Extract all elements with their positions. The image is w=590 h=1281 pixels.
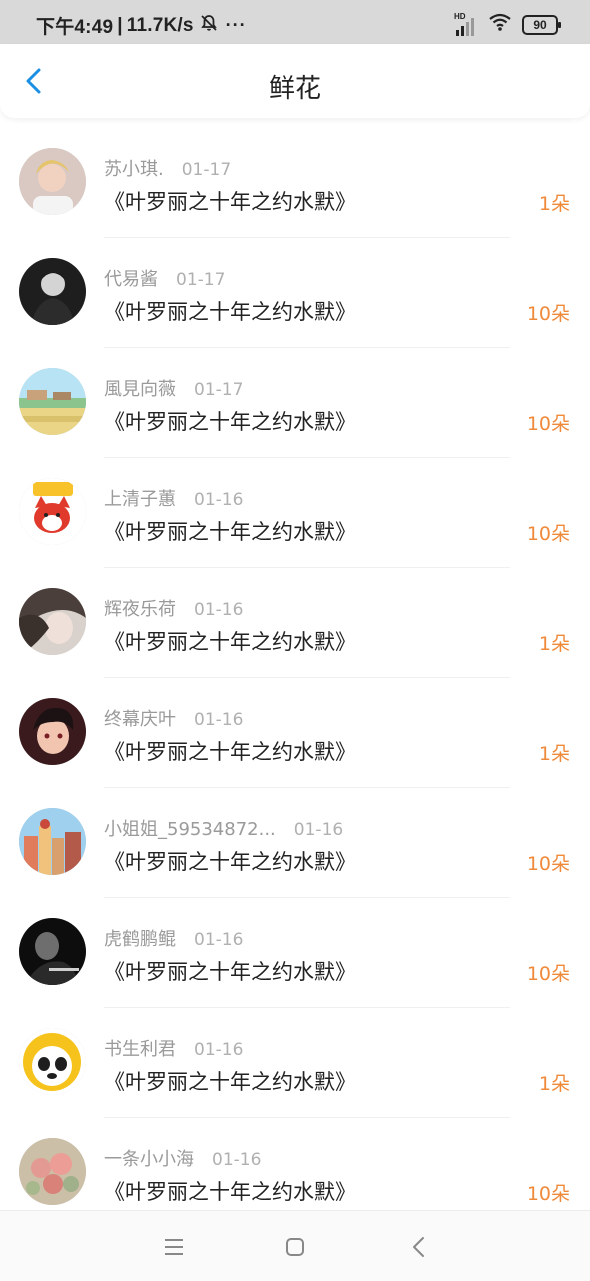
sender-name: 终幕庆叶 — [104, 709, 176, 730]
gift-date: 01-16 — [194, 930, 244, 950]
sender-info: 代易酱 01-17 — [104, 265, 225, 291]
gift-date: 01-16 — [194, 490, 244, 510]
flower-count: 10朵 — [526, 1183, 570, 1205]
list-item[interactable]: 辉夜乐荷 01-16 《叶罗丽之十年之约水默》 1朵 — [0, 568, 590, 678]
avatar[interactable] — [19, 1028, 86, 1095]
gift-date: 01-16 — [212, 1150, 262, 1170]
home-button[interactable] — [281, 1233, 309, 1261]
status-bar: 下午4:49 | 11.7K/s ··· HD 90 — [0, 0, 590, 44]
avatar[interactable] — [19, 698, 86, 765]
book-title: 《叶罗丽之十年之约水默》 — [104, 850, 356, 874]
gift-date: 01-17 — [194, 380, 244, 400]
gift-date: 01-16 — [293, 820, 344, 840]
sender-name: 辉夜乐荷 — [104, 599, 176, 620]
flower-count: 10朵 — [526, 853, 570, 875]
avatar[interactable] — [19, 258, 86, 325]
list-item[interactable]: 上清子蕙 01-16 《叶罗丽之十年之约水默》 10朵 — [0, 458, 590, 568]
sender-name: 風見向薇 — [104, 379, 176, 400]
book-title: 《叶罗丽之十年之约水默》 — [104, 410, 356, 434]
status-time: 下午4:49 — [36, 17, 114, 38]
sender-info: 上清子蕙 01-16 — [104, 485, 243, 511]
list-item[interactable]: 代易酱 01-17 《叶罗丽之十年之约水默》 10朵 — [0, 238, 590, 348]
wifi-icon — [488, 12, 512, 37]
sender-info: 一条小小海 01-16 — [104, 1145, 261, 1171]
book-title: 《叶罗丽之十年之约水默》 — [104, 1180, 356, 1204]
list-item[interactable]: 虎鹤鹏鲲 01-16 《叶罗丽之十年之约水默》 10朵 — [0, 898, 590, 1008]
book-title: 《叶罗丽之十年之约水默》 — [104, 960, 356, 984]
list-item[interactable]: 苏小琪. 01-17 《叶罗丽之十年之约水默》 1朵 — [0, 128, 590, 238]
list-item[interactable]: 小姐姐_59534872... 01-16 《叶罗丽之十年之约水默》 10朵 — [0, 788, 590, 898]
page-title: 鲜花 — [268, 74, 321, 104]
book-title: 《叶罗丽之十年之约水默》 — [104, 190, 356, 214]
status-left: 下午4:49 | 11.7K/s ··· — [36, 12, 247, 39]
more-dots-icon: ··· — [225, 15, 247, 35]
gift-date: 01-16 — [194, 1040, 244, 1060]
sender-name: 书生利君 — [104, 1039, 176, 1060]
gift-date: 01-17 — [181, 160, 232, 180]
gift-date: 01-16 — [194, 600, 244, 620]
back-triangle-icon — [413, 1237, 424, 1257]
flower-count: 1朵 — [538, 1073, 570, 1095]
system-nav-bar — [0, 1210, 590, 1281]
book-title: 《叶罗丽之十年之约水默》 — [104, 520, 356, 544]
flower-gift-list: 苏小琪. 01-17 《叶罗丽之十年之约水默》 1朵 代易酱 01-17 《叶罗丽之十年之约… — [0, 128, 590, 1208]
gift-date: 01-17 — [176, 270, 226, 290]
status-separator: | — [117, 14, 123, 36]
sender-info: 小姐姐_59534872... 01-16 — [104, 815, 343, 841]
gift-date: 01-16 — [194, 710, 244, 730]
book-title: 《叶罗丽之十年之约水默》 — [104, 630, 356, 654]
sender-name: 虎鹤鹏鲲 — [104, 929, 176, 950]
book-title: 《叶罗丽之十年之约水默》 — [104, 300, 356, 324]
menu-button[interactable] — [160, 1233, 188, 1261]
sender-info: 书生利君 01-16 — [104, 1035, 243, 1061]
list-item[interactable]: 书生利君 01-16 《叶罗丽之十年之约水默》 1朵 — [0, 1008, 590, 1118]
home-square-icon — [286, 1238, 304, 1256]
network-speed: 11.7K/s — [126, 14, 194, 36]
list-item[interactable]: 终幕庆叶 01-16 《叶罗丽之十年之约水默》 1朵 — [0, 678, 590, 788]
sender-name: 苏小琪. — [104, 159, 164, 180]
sender-info: 辉夜乐荷 01-16 — [104, 595, 243, 621]
flower-count: 10朵 — [526, 963, 570, 985]
signal-icon: HD — [454, 12, 478, 36]
sender-info: 苏小琪. 01-17 — [104, 155, 231, 181]
avatar[interactable] — [19, 918, 86, 985]
flower-count: 1朵 — [538, 743, 570, 765]
sender-info: 風見向薇 01-17 — [104, 375, 243, 401]
avatar[interactable] — [19, 588, 86, 655]
menu-icon — [165, 1239, 183, 1255]
battery-level: 90 — [533, 17, 547, 32]
header: 鲜花 — [0, 44, 590, 118]
flower-count: 1朵 — [538, 193, 570, 215]
list-item[interactable]: 一条小小海 01-16 《叶罗丽之十年之约水默》 10朵 — [0, 1118, 590, 1208]
mute-bell-icon — [200, 14, 218, 37]
sender-info: 虎鹤鹏鲲 01-16 — [104, 925, 243, 951]
flower-count: 10朵 — [526, 413, 570, 435]
avatar[interactable] — [19, 808, 86, 875]
sender-name: 一条小小海 — [104, 1149, 194, 1170]
list-item[interactable]: 風見向薇 01-17 《叶罗丽之十年之约水默》 10朵 — [0, 348, 590, 458]
sender-name: 上清子蕙 — [104, 489, 176, 510]
sender-name: 代易酱 — [104, 269, 158, 290]
book-title: 《叶罗丽之十年之约水默》 — [104, 740, 356, 764]
sender-name: 小姐姐_59534872... — [104, 819, 276, 840]
avatar[interactable] — [19, 1138, 86, 1205]
battery-icon: 90 — [522, 14, 561, 35]
flower-count: 10朵 — [526, 303, 570, 325]
flower-count: 1朵 — [538, 633, 570, 655]
avatar[interactable] — [19, 478, 86, 545]
system-back-button[interactable] — [405, 1233, 433, 1261]
avatar[interactable] — [19, 148, 86, 215]
avatar[interactable] — [19, 368, 86, 435]
flower-count: 10朵 — [526, 523, 570, 545]
book-title: 《叶罗丽之十年之约水默》 — [104, 1070, 356, 1094]
sender-info: 终幕庆叶 01-16 — [104, 705, 243, 731]
status-right: HD 90 — [454, 12, 561, 37]
